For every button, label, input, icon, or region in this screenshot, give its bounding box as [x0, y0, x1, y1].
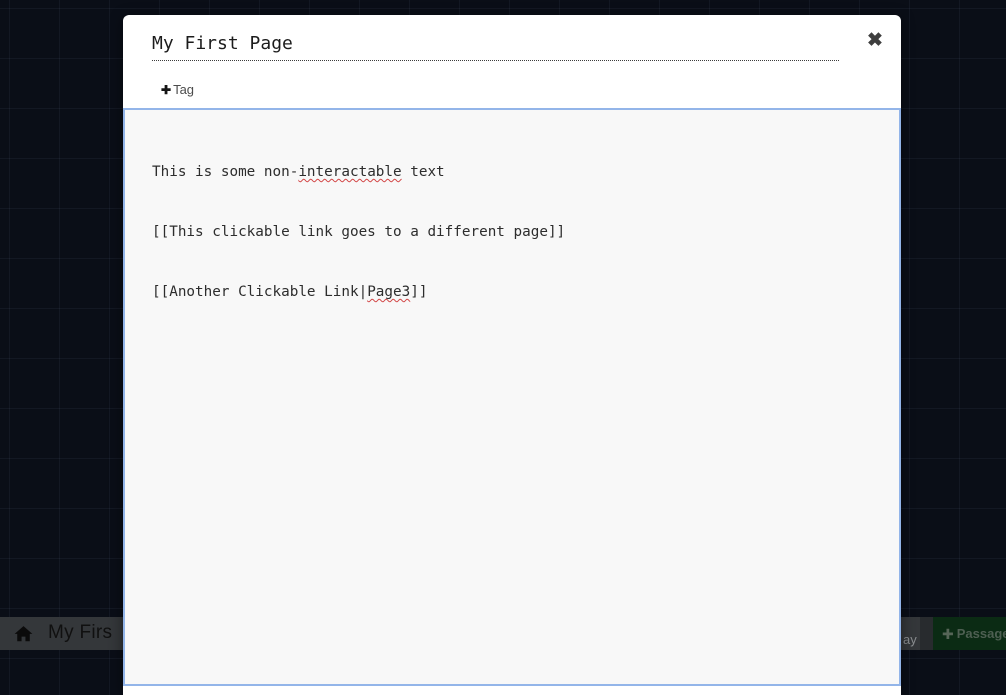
editor-text: text — [401, 164, 445, 180]
editor-line: [[This clickable link goes to a differen… — [152, 222, 879, 242]
plus-icon: ✚ — [161, 83, 172, 97]
tag-row: ✚ Tag — [152, 81, 885, 99]
plus-icon: ✚ — [942, 625, 954, 642]
editor-text: [[Another Clickable Link| — [152, 284, 368, 300]
editor-line: This is some non-interactable text — [152, 162, 879, 182]
story-title[interactable]: My Firs — [48, 622, 112, 644]
editor-line: [[Another Clickable Link|Page3]] — [152, 282, 879, 302]
play-button[interactable]: ay — [903, 632, 917, 647]
passage-title-input[interactable]: My First Page — [152, 31, 839, 61]
passage-text-editor[interactable]: This is some non-interactable text [[Thi… — [123, 108, 901, 686]
editor-text: This is some non- — [152, 164, 299, 180]
toolbar-button-gap — [920, 617, 933, 650]
title-row: My First Page ✖ — [152, 31, 885, 61]
modal-header: My First Page ✖ ✚ Tag — [123, 15, 901, 108]
misspelled-word: interactable — [298, 164, 402, 180]
new-passage-label: Passage — [956, 626, 1006, 641]
add-tag-button[interactable]: ✚ Tag — [161, 83, 194, 97]
misspelled-word: Page3 — [367, 284, 411, 300]
new-passage-button[interactable]: ✚ Passage — [933, 617, 1006, 650]
editor-text: [[This clickable link goes to a differen… — [152, 224, 566, 240]
close-icon[interactable]: ✖ — [865, 31, 885, 51]
passage-edit-modal: My First Page ✖ ✚ Tag This is some non-in… — [123, 15, 901, 695]
home-icon[interactable] — [14, 625, 33, 642]
add-tag-label: Tag — [173, 82, 195, 97]
editor-text: ]] — [410, 284, 428, 300]
